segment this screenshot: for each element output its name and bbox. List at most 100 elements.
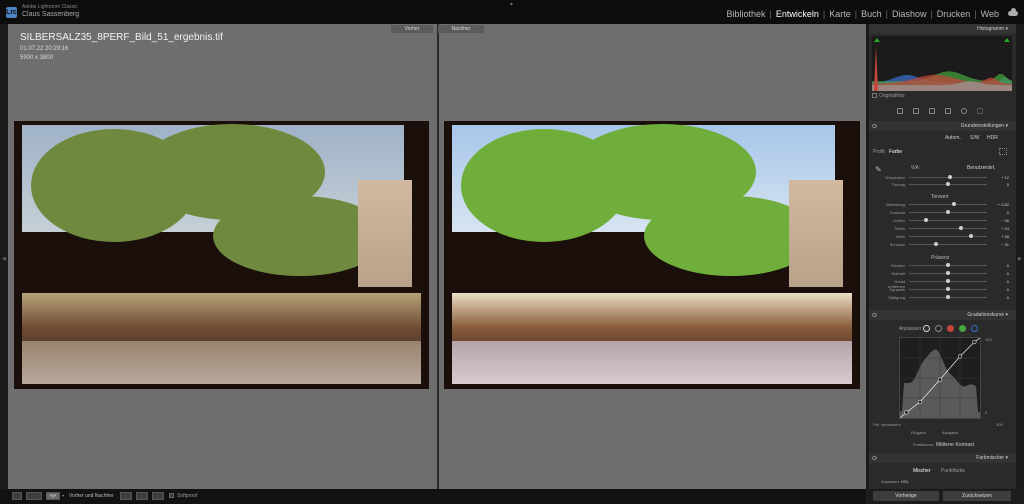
module-drucken[interactable]: Drucken [936, 9, 972, 19]
mixer-tab[interactable]: Mischer [913, 468, 931, 474]
module-web[interactable]: Web [980, 9, 1000, 19]
shadow-clipping-icon[interactable] [874, 38, 880, 42]
mixer-adjust-value[interactable]: HSL [901, 479, 909, 484]
slider-track[interactable] [909, 202, 987, 206]
copy-after-settings-button[interactable] [152, 492, 164, 500]
slider-value[interactable]: 0 [989, 263, 1009, 268]
right-edge-strip[interactable]: ▶ [1016, 24, 1024, 489]
histogram-chart[interactable] [872, 36, 1012, 91]
image-canvas[interactable]: Vorher Nachher SILBERSALZ35_8PERF_Bild_5… [8, 24, 866, 489]
tone-curve-point[interactable] [917, 399, 923, 405]
after-photo[interactable] [444, 121, 860, 389]
before-after-view-button[interactable]: Y|Y [46, 492, 60, 500]
slider-thumb[interactable] [924, 218, 929, 222]
eye-icon[interactable] [872, 456, 877, 460]
tone-curve-point[interactable] [957, 354, 963, 359]
wb-value[interactable]: Benutzerdef. [967, 165, 995, 171]
tone-curve-graph[interactable] [899, 337, 981, 419]
tone-curve-point[interactable] [904, 410, 909, 415]
slider-thumb[interactable] [946, 295, 950, 299]
collapse-right-panel-icon[interactable]: ▶ [1018, 256, 1022, 262]
slider-track[interactable] [909, 226, 987, 230]
slider-value[interactable]: 0 [989, 287, 1009, 292]
slider-thumb[interactable] [946, 182, 950, 186]
edit-sliders-icon[interactable] [897, 108, 903, 114]
hdr-button[interactable]: HDR [987, 135, 998, 141]
module-karte[interactable]: Karte [828, 9, 852, 19]
slider-value[interactable]: 0 [989, 295, 1009, 300]
tone-curve-point[interactable] [972, 339, 977, 345]
slider-track[interactable] [909, 295, 987, 299]
slider-thumb[interactable] [947, 175, 952, 179]
slider-value[interactable]: 0 [989, 210, 1009, 215]
slider-track[interactable] [909, 287, 987, 291]
swap-before-after-button[interactable] [120, 492, 132, 500]
slider-thumb[interactable] [968, 234, 973, 238]
slider-track[interactable] [909, 279, 987, 283]
module-diashow[interactable]: Diashow [891, 9, 928, 19]
slider-thumb[interactable] [946, 279, 950, 283]
slider-value[interactable]: − 56 [989, 218, 1009, 223]
slider-thumb[interactable] [946, 210, 950, 214]
slider-track[interactable] [909, 182, 987, 186]
graduated-filter-icon[interactable] [977, 108, 983, 114]
view-mode-chevron-icon[interactable]: ▾ [62, 493, 64, 498]
point-curve-value[interactable]: Mittlerer Kontrast [936, 442, 974, 448]
before-photo[interactable] [14, 121, 429, 389]
curve-edit-label[interactable]: Pkt. verbessern [873, 422, 901, 427]
slider-track[interactable] [909, 210, 987, 214]
slider-value[interactable]: + 12 [989, 175, 1009, 180]
original-photo-checkbox[interactable] [872, 93, 877, 98]
crop-icon[interactable] [913, 108, 919, 114]
eye-icon[interactable] [872, 313, 877, 317]
loupe-view-button[interactable] [12, 492, 22, 500]
collapse-top-panel-icon[interactable]: ▲ [509, 1, 514, 7]
expand-left-panel-icon[interactable]: ◀ [2, 256, 6, 262]
bw-button[interactable]: S/W [970, 135, 979, 141]
basic-panel-header[interactable]: Grundeinstellungen [869, 121, 1016, 131]
slider-value[interactable]: + 0,82 [989, 202, 1009, 207]
slider-track[interactable] [909, 175, 987, 179]
healing-icon[interactable] [929, 108, 935, 114]
slider-track[interactable] [909, 271, 987, 275]
red-eye-icon[interactable] [945, 108, 951, 114]
reset-button[interactable]: Zurücksetzen [943, 491, 1011, 501]
slider-track[interactable] [909, 218, 987, 222]
left-panel-collapsed[interactable]: ◀ [0, 24, 8, 489]
slider-value[interactable]: + 58 [989, 234, 1009, 239]
slider-value[interactable]: + 34 [989, 226, 1009, 231]
curve-channel-blue[interactable] [971, 325, 978, 332]
softproof-checkbox[interactable] [169, 493, 174, 498]
wb-eyedropper-icon[interactable]: ✎ [875, 165, 882, 174]
slider-thumb[interactable] [934, 242, 939, 246]
slider-thumb[interactable] [946, 263, 950, 267]
profile-value[interactable]: Farbe [889, 149, 902, 155]
module-entwickeln[interactable]: Entwickeln [775, 9, 820, 19]
cloud-sync-icon[interactable] [1008, 8, 1018, 16]
histogram-header[interactable]: Histogramm [869, 24, 1016, 34]
slider-thumb[interactable] [946, 271, 950, 275]
tone-curve-point[interactable] [937, 377, 943, 382]
point-color-tab[interactable]: Punktfarbe [941, 468, 965, 474]
curve-channel-red[interactable] [947, 325, 954, 332]
curve-channel-rgb[interactable] [923, 325, 930, 332]
slider-thumb[interactable] [959, 226, 964, 230]
compare-view-button[interactable] [26, 492, 42, 500]
slider-track[interactable] [909, 263, 987, 267]
slider-value[interactable]: 0 [989, 182, 1009, 187]
module-bibliothek[interactable]: Bibliothek [725, 9, 766, 19]
auto-button[interactable]: Autom. [945, 135, 961, 141]
copy-before-settings-button[interactable] [136, 492, 148, 500]
mixer-panel-header[interactable]: Farbmischer [869, 453, 1016, 463]
eye-icon[interactable] [872, 124, 877, 128]
masking-icon[interactable] [961, 108, 967, 114]
module-buch[interactable]: Buch [860, 9, 883, 19]
curve-channel-luminance[interactable] [935, 325, 942, 332]
slider-value[interactable]: 0 [989, 279, 1009, 284]
slider-thumb[interactable] [952, 202, 957, 206]
slider-value[interactable]: 0 [989, 271, 1009, 276]
curve-panel-header[interactable]: Gradationskurve [869, 310, 1016, 320]
curve-channel-green[interactable] [959, 325, 966, 332]
slider-thumb[interactable] [946, 287, 950, 291]
slider-track[interactable] [909, 242, 987, 246]
